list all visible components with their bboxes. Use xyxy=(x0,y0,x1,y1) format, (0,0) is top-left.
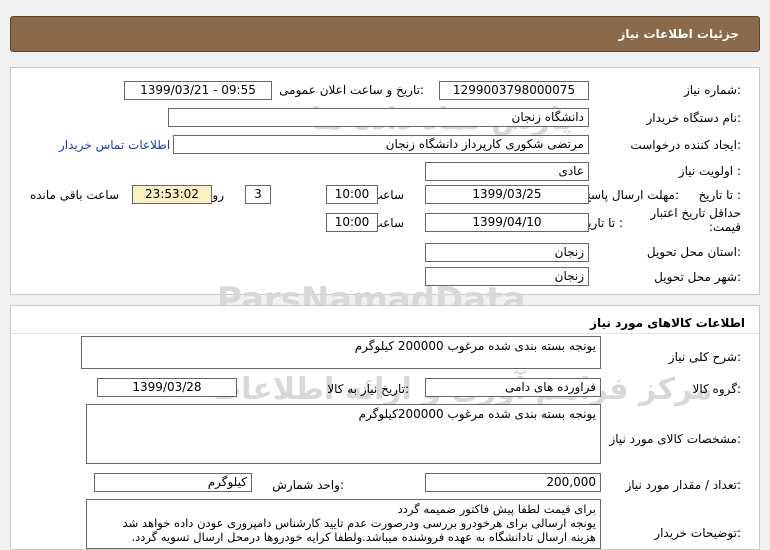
city-field: زنجان xyxy=(425,267,589,286)
validity-label: حداقل تاریخ اعتبار قیمت: xyxy=(650,206,741,234)
priority-label: اولویت نیاز : xyxy=(678,164,741,178)
deadline-date-field: 1399/03/25 xyxy=(425,185,589,204)
unit-field: کیلوگرم xyxy=(94,473,252,492)
announce-date-label: تاریخ و ساعت اعلان عمومی: xyxy=(279,83,424,97)
notes-line: برای قیمت لطفا پیش فاکتور ضمیمه گردد xyxy=(397,502,596,516)
creator-field: مرتضی شکوری کارپرداز دانشگاه زنجان xyxy=(173,135,589,154)
city-label: شهر محل تحویل: xyxy=(654,270,741,284)
remaining-days-field: 3 xyxy=(245,185,271,204)
deadline-to-date-label: تا تاریخ : xyxy=(698,188,741,202)
province-field: زنجان xyxy=(425,243,589,262)
qty-label: تعداد / مقدار مورد نیاز: xyxy=(625,478,741,492)
unit-label: واحد شمارش: xyxy=(272,478,344,492)
page-title: جزئیات اطلاعات نیاز xyxy=(618,27,739,41)
remaining-time-field: 23:53:02 xyxy=(132,185,212,204)
summary-label: شرح کلی نیاز: xyxy=(668,350,741,364)
buyer-field: دانشگاه زنجان xyxy=(168,108,589,127)
group-label: گروه کالا: xyxy=(692,382,742,396)
priority-field: عادی xyxy=(425,162,589,181)
qty-field: 200,000 xyxy=(425,473,601,492)
notes-field: برای قیمت لطفا پیش فاکتور ضمیمه گردد یون… xyxy=(86,499,601,549)
buyer-contact-link[interactable]: اطلاعات تماس خریدار xyxy=(59,138,170,152)
need-number-field: 1299003798000075 xyxy=(439,81,589,100)
page-header: جزئیات اطلاعات نیاز xyxy=(10,16,760,52)
notes-line: یونجه ارسالی برای هرخودرو بررسی ودرصورت … xyxy=(122,516,596,530)
validity-date-field: 1399/04/10 xyxy=(425,213,589,232)
need-details-panel: پارس نماد داده ها ParsNamadData شماره نی… xyxy=(10,67,760,320)
deadline-time-field: 10:00 xyxy=(326,185,378,204)
need-date-label: تاریخ نیاز به کالا: xyxy=(327,382,409,396)
section-divider xyxy=(11,333,759,334)
summary-field: یونجه بسته بندی شده مرغوب 200000 کیلوگرم xyxy=(81,336,601,369)
need-date-field: 1399/03/28 xyxy=(97,378,237,397)
goods-section-title: اطلاعات کالاهای مورد نیاز xyxy=(590,316,745,330)
announce-date-field: 1399/03/21 - 09:55 xyxy=(124,81,272,100)
group-field: فراورده های دامی xyxy=(425,378,601,397)
spec-label: مشخصات کالای مورد نیاز: xyxy=(609,432,741,446)
goods-panel: مرکز فراهم آوری و ارائه اطلاعات ۰۲۱-۸۸۳۴… xyxy=(10,305,760,550)
creator-label: ایجاد کننده درخواست: xyxy=(630,138,741,152)
spec-field: یونجه بسته بندی شده مرغوب 200000کیلوگرم xyxy=(86,404,601,464)
deadline-label: مهلت ارسال پاسخ: xyxy=(583,188,679,202)
need-number-label: شماره نیاز: xyxy=(683,83,741,97)
province-label: استان محل تحویل: xyxy=(646,245,741,259)
notes-line: هزینه ارسال تادانشگاه به عهده فروشنده می… xyxy=(131,530,596,544)
remaining-label: ساعت باقی مانده xyxy=(29,188,119,202)
validity-time-field: 10:00 xyxy=(326,213,378,232)
notes-label: توضیحات خریدار: xyxy=(654,526,741,540)
buyer-label: نام دستگاه خریدار: xyxy=(646,111,742,125)
